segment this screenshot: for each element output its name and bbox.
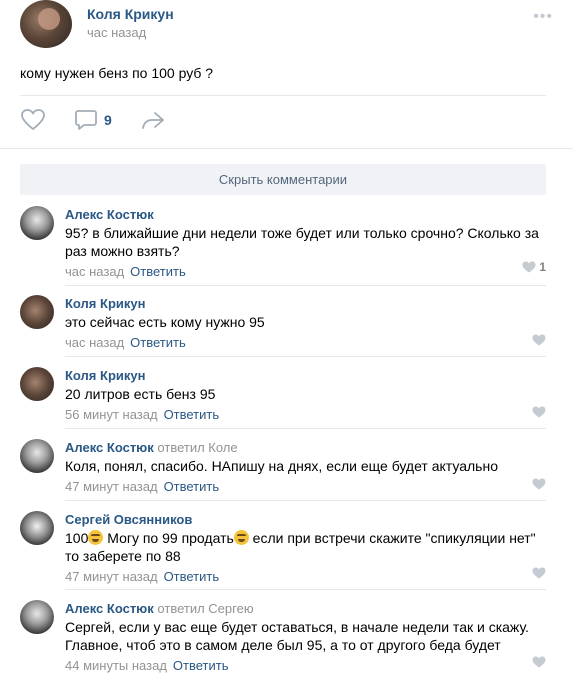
reply-button[interactable]: Ответить [164, 479, 220, 494]
divider [0, 148, 573, 149]
comment-author[interactable]: Коля Крикун [65, 367, 541, 384]
comment-like-button[interactable] [532, 334, 546, 346]
comment-author[interactable]: Сергей Овсянников [65, 511, 541, 528]
comment-text: Коля, понял, спасибо. НАпишу на днях, ес… [65, 458, 498, 474]
avatar[interactable] [20, 367, 54, 401]
comment-text: Сергей, если у вас еще будет оставаться,… [65, 619, 529, 653]
like-count: 1 [539, 260, 546, 274]
comment-icon [75, 110, 97, 130]
comment-text: 100 Могу по 99 продать если при встречи … [65, 530, 536, 564]
post-header: Коля Крикун час назад ••• [20, 0, 553, 52]
avatar[interactable] [20, 295, 54, 329]
comment-time[interactable]: 44 минуты назад [65, 658, 167, 673]
avatar[interactable] [20, 439, 54, 473]
heart-icon [532, 334, 546, 346]
avatar[interactable] [20, 511, 54, 545]
reply-button[interactable]: Ответить [164, 407, 220, 422]
comment-author[interactable]: Алекс Костюк [65, 206, 541, 223]
comment-text: 95? в ближайшие дни недели тоже будет ил… [65, 225, 539, 259]
comment-time[interactable]: 56 минут назад [65, 407, 158, 422]
post-text: кому нужен бенз по 100 руб ? [20, 65, 214, 81]
like-button[interactable] [20, 108, 46, 132]
comment-text: 20 литров есть бенз 95 [65, 386, 216, 402]
comment-like-button[interactable] [532, 478, 546, 490]
divider [20, 95, 546, 96]
comment-like-button[interactable] [532, 406, 546, 418]
reply-button[interactable]: Ответить [130, 335, 186, 350]
reply-to-label[interactable]: ответил Сергею [157, 601, 253, 616]
comment-meta: час назад Ответить [65, 334, 541, 351]
reply-to-label[interactable]: ответил Коле [157, 440, 237, 455]
author-link[interactable]: Алекс Костюк [65, 601, 154, 616]
comment-meta: час назад Ответить [65, 263, 541, 280]
reply-button[interactable]: Ответить [164, 569, 220, 584]
divider [65, 285, 546, 286]
comment-like-button[interactable] [532, 656, 546, 668]
avatar[interactable] [20, 600, 54, 634]
heart-icon [532, 478, 546, 490]
heart-icon [21, 109, 45, 130]
smirking-emoji-icon [233, 530, 249, 545]
comment-time[interactable]: 47 минут назад [65, 479, 158, 494]
post-author-name[interactable]: Коля Крикун [87, 6, 174, 22]
comment-like-button[interactable] [532, 567, 546, 579]
heart-icon [532, 656, 546, 668]
avatar[interactable] [20, 206, 54, 240]
author-link[interactable]: Алекс Костюк [65, 440, 154, 455]
comment-meta: 44 минуты назад Ответить [65, 657, 541, 674]
comment-text: это сейчас есть кому нужно 95 [65, 314, 265, 330]
divider [65, 428, 546, 429]
comments-count: 9 [104, 112, 112, 128]
reply-button[interactable]: Ответить [173, 658, 229, 673]
heart-icon [532, 567, 546, 579]
divider [65, 589, 546, 590]
comment-like-button[interactable]: 1 [522, 260, 546, 274]
divider [65, 500, 546, 501]
reply-button[interactable]: Ответить [130, 264, 186, 279]
comment-meta: 47 минут назад Ответить [65, 478, 541, 495]
hide-comments-button[interactable]: Скрыть комментарии [20, 164, 546, 195]
heart-icon [532, 406, 546, 418]
grinning-emoji-icon [88, 530, 104, 545]
heart-icon [522, 261, 536, 273]
comment-author: Алекс Костюк ответил Сергею [65, 600, 541, 617]
comment-time[interactable]: час назад [65, 335, 124, 350]
post-time[interactable]: час назад [87, 25, 146, 40]
comment-meta: 47 минут назад Ответить [65, 568, 541, 585]
share-button[interactable] [140, 108, 166, 132]
comment-time[interactable]: час назад [65, 264, 124, 279]
divider [65, 356, 546, 357]
comment-button[interactable]: 9 [74, 108, 112, 132]
comment-time[interactable]: 47 минут назад [65, 569, 158, 584]
comment-meta: 56 минут назад Ответить [65, 406, 541, 423]
share-icon [142, 112, 164, 129]
author-avatar[interactable] [20, 0, 72, 48]
comment-author: Алекс Костюк ответил Коле [65, 439, 541, 456]
comment-author[interactable]: Коля Крикун [65, 295, 541, 312]
more-options-icon[interactable]: ••• [533, 8, 553, 26]
